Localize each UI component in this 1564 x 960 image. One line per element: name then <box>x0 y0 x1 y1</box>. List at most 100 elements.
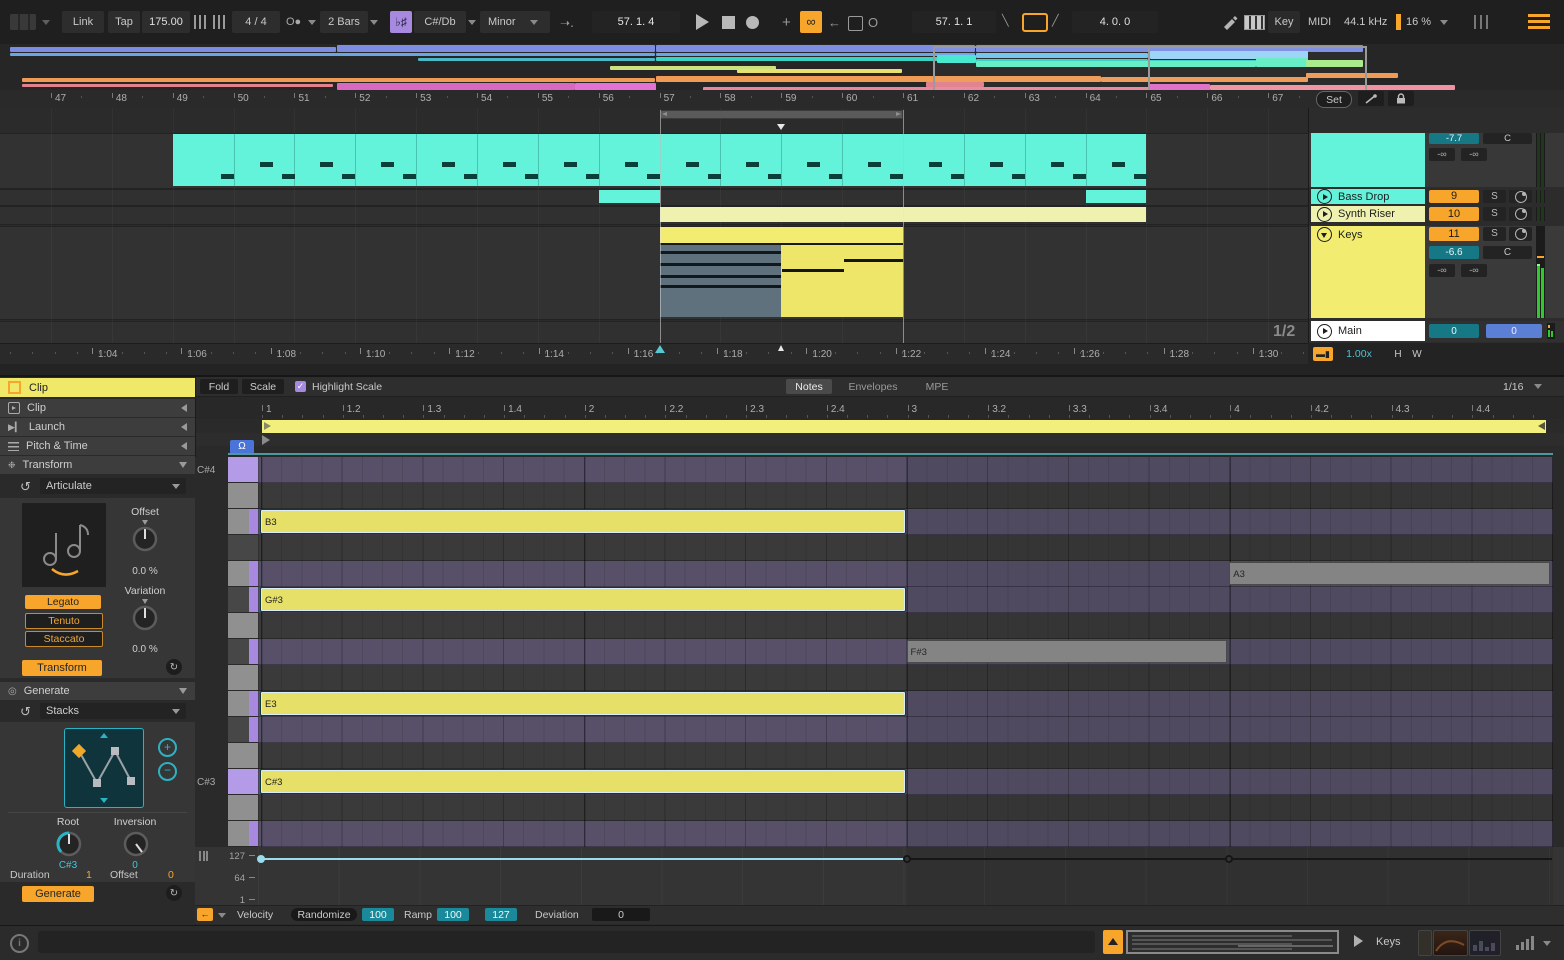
tempo-follower-link-icon[interactable]: ∞ <box>800 11 822 33</box>
midi-indicator-label[interactable]: MIDI <box>1308 17 1331 28</box>
piano-key-C4[interactable] <box>228 483 258 509</box>
note-row-B2[interactable] <box>258 821 1553 847</box>
midi-note-B3[interactable]: B3 <box>261 510 905 533</box>
groove-caret-icon[interactable] <box>370 20 378 25</box>
fold-button[interactable]: Fold <box>200 379 238 394</box>
selection-box-icon[interactable] <box>848 16 863 31</box>
lock-envelopes-button[interactable] <box>1388 91 1414 106</box>
note-row-F3[interactable] <box>258 665 1553 691</box>
loop-switch-icon[interactable] <box>1022 13 1048 32</box>
send-b-field[interactable]: -∞ <box>1461 264 1487 277</box>
tempo-field[interactable]: 175.00 <box>142 11 190 33</box>
double-speed-button[interactable]: W <box>1409 347 1425 361</box>
scale-highlight-button[interactable]: ♭♯ <box>390 11 412 33</box>
note-row-C3[interactable] <box>258 795 1553 821</box>
note-row-C#4[interactable] <box>258 457 1553 483</box>
midi-note-E3[interactable]: E3 <box>261 692 905 715</box>
piano-key-D#3[interactable] <box>228 717 258 743</box>
note-row-D3[interactable] <box>258 743 1553 769</box>
time-ruler[interactable]: 1:041:061:081:101:121:141:161:181:201:22… <box>0 343 1308 364</box>
track-title-bass-drop[interactable]: Bass Drop <box>1311 189 1425 204</box>
highlight-scale-checkbox[interactable]: ✓ <box>295 381 306 392</box>
cpu-caret-icon[interactable] <box>1440 20 1448 25</box>
arrangement-tracks[interactable] <box>0 108 1308 343</box>
layout-selector-icon[interactable] <box>10 14 36 30</box>
back-to-arrangement-icon[interactable]: ← <box>828 16 841 29</box>
send-a-field[interactable]: -∞ <box>1429 264 1455 277</box>
scale-root-caret-icon[interactable] <box>468 20 476 25</box>
preset-cycle-icon[interactable]: ↺ <box>20 480 31 493</box>
expanded-icon[interactable] <box>179 688 187 694</box>
metronome-icon[interactable]: O● <box>286 17 301 28</box>
clip-start-marker-icon[interactable] <box>262 435 270 445</box>
generate-refresh-button[interactable]: ↻ <box>166 885 182 901</box>
midi-note-C#3[interactable]: C#3 <box>261 770 905 793</box>
loop-length-field[interactable]: 4. 0. 0 <box>1072 11 1158 33</box>
beat-ruler[interactable]: 11.21.31.422.22.32.433.23.33.444.24.34.4 <box>196 397 1564 419</box>
playback-speed-field[interactable]: 1.00x <box>1337 347 1381 361</box>
bar-ruler[interactable]: 4748495051525354555657585960616263646566… <box>0 90 1310 108</box>
monitor-button[interactable] <box>1509 190 1532 203</box>
punch-in-icon[interactable]: ╲ <box>1002 16 1009 27</box>
piano-key-E3[interactable] <box>228 691 258 717</box>
piano-key-A3[interactable] <box>228 561 258 587</box>
piano-key-G#3[interactable] <box>228 587 258 613</box>
velocity-point[interactable] <box>1225 855 1233 863</box>
section-generate[interactable]: ◎Generate <box>0 682 195 700</box>
velocity-lane-label[interactable]: Velocity <box>237 910 273 921</box>
inversion-knob[interactable] <box>121 829 151 862</box>
solo-button[interactable]: S <box>1483 227 1506 241</box>
main-volume-slider[interactable]: 0 <box>1429 324 1479 338</box>
root-knob[interactable] <box>54 829 84 862</box>
piano-key-B2[interactable] <box>228 821 258 847</box>
cpu-load-value[interactable]: 16 % <box>1406 17 1431 28</box>
track-title-keys[interactable]: Keys <box>1311 226 1425 243</box>
note-row-F#3[interactable] <box>258 639 1553 665</box>
ramp-from-field[interactable]: 100 <box>437 908 469 921</box>
add-locator-icon[interactable]: + <box>782 15 791 30</box>
tenuto-button[interactable]: Tenuto <box>25 613 103 629</box>
midi-note-F#3[interactable]: F#3 <box>907 640 1228 663</box>
time-signature-field[interactable]: 4 / 4 <box>232 11 280 33</box>
preview-headphone-button[interactable]: Ω <box>230 440 254 454</box>
lane-caret-icon[interactable] <box>218 913 226 918</box>
staccato-button[interactable]: Staccato <box>25 631 103 647</box>
link-button[interactable]: Link <box>62 11 104 33</box>
offset-knob[interactable] <box>130 520 160 557</box>
draw-mode-pencil-icon[interactable] <box>1222 14 1238 30</box>
monitor-button[interactable] <box>1509 207 1532 221</box>
track-lane[interactable] <box>0 226 1308 320</box>
ramp-to-field[interactable]: 127 <box>485 908 517 921</box>
randomize-button[interactable]: Randomize <box>291 908 357 921</box>
note-row-A#3[interactable] <box>258 535 1553 561</box>
collapse-icon[interactable] <box>181 423 187 431</box>
transform-preset-menu[interactable]: Articulate <box>40 478 186 494</box>
track-title-main[interactable]: Main <box>1311 321 1425 341</box>
transform-refresh-button[interactable]: ↻ <box>166 659 182 675</box>
main-cue-slider[interactable]: 0 <box>1486 324 1542 338</box>
preview-play-icon[interactable] <box>1354 935 1363 947</box>
clip-body[interactable] <box>781 245 903 317</box>
piano-key-F#3[interactable] <box>228 639 258 665</box>
key-map-button[interactable]: Key <box>1268 11 1300 33</box>
deviation-field[interactable]: 0 <box>592 908 650 921</box>
track-pan-field[interactable]: C <box>1483 133 1532 144</box>
grid-setting-value[interactable]: 1/16 <box>1503 382 1523 393</box>
tab-envelopes[interactable]: Envelopes <box>838 379 908 394</box>
solo-button[interactable]: S <box>1483 207 1506 221</box>
layout-selector-caret-icon[interactable] <box>42 20 50 25</box>
piano-key-B3[interactable] <box>228 509 258 535</box>
clip-overview-box[interactable] <box>1126 930 1339 954</box>
section-pitch-time[interactable]: Pitch & Time <box>0 437 195 455</box>
tab-notes[interactable]: Notes <box>786 379 832 394</box>
generate-apply-button[interactable]: Generate <box>22 886 94 902</box>
velocity-point[interactable] <box>903 855 911 863</box>
device-thumbnail-fx[interactable] <box>1469 930 1501 956</box>
device-strip-thumbnail[interactable] <box>1418 930 1432 956</box>
nudge-down-icon[interactable] <box>194 15 209 29</box>
preset-cycle-icon[interactable]: ↺ <box>20 705 31 718</box>
velocity-lane[interactable]: 127641 <box>195 847 1564 905</box>
marker-strip[interactable] <box>196 433 1564 446</box>
loop-start-field[interactable]: 57. 1. 1 <box>912 11 996 33</box>
overview-view-box[interactable] <box>1148 46 1367 92</box>
